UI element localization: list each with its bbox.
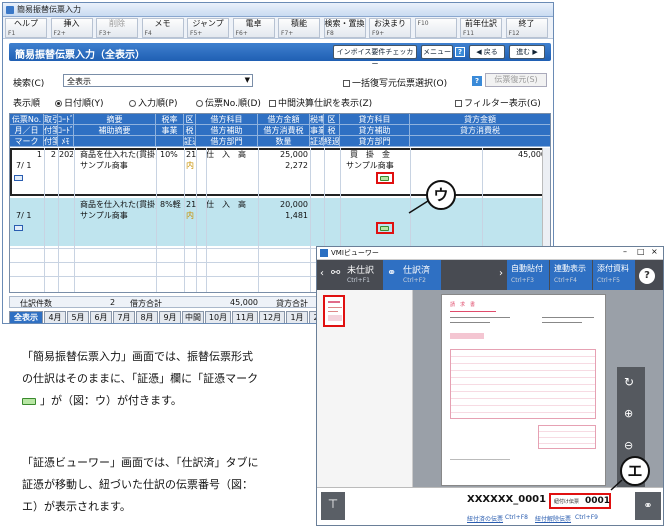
callout-u-leader [408, 200, 429, 214]
evidence-mark-icon [22, 397, 36, 405]
callout-u: ウ [426, 180, 456, 210]
callout-e-leader [610, 479, 623, 491]
callout-e: エ [620, 456, 650, 486]
description-line-5: 証憑が移動し、紐づいた仕訳の伝票番号（図： [22, 478, 253, 491]
description-line-6: エ）が表示されます。 [22, 500, 131, 513]
description-line-3-text: 」が（図：ウ）が付きます。 [40, 394, 182, 407]
description-line-3: 」が（図：ウ）が付きます。 [22, 390, 182, 412]
description-line-4: 「証憑ビューワー」画面では、「仕訳済」タブに [22, 456, 259, 469]
callout-leaders [408, 200, 623, 491]
description-line-2: の仕訳はそのままに、「証憑」欄に「証憑マーク [22, 372, 259, 385]
description-line-1: 「簡易振替伝票入力」画面では、振替伝票形式 [22, 350, 253, 363]
